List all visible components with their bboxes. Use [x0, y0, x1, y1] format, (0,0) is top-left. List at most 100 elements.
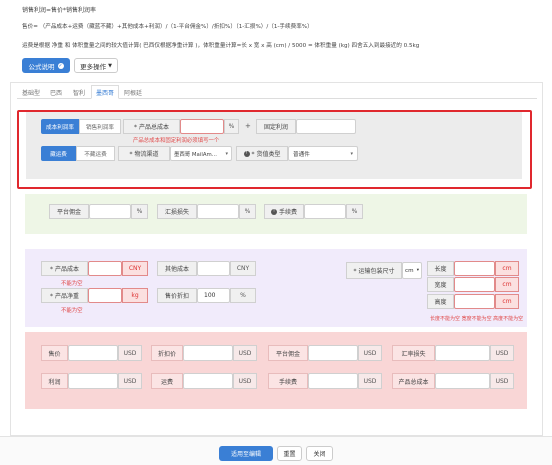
profit-unit: USD: [118, 373, 142, 389]
tab-basic[interactable]: 基础型: [17, 85, 45, 99]
dim-unit-value: cm: [405, 267, 414, 274]
channel-select[interactable]: 墨西哥 MailAm... ▾: [170, 146, 232, 161]
mode-cost-profit-rate[interactable]: 成本利润率: [41, 119, 79, 134]
width-label: 宽度: [427, 277, 454, 292]
total-cost-unit: %: [224, 119, 239, 134]
results-section: [25, 332, 527, 409]
width-input[interactable]: [454, 277, 495, 292]
goods-type-text: * 货值类型: [251, 151, 281, 158]
fx-loss-unit: %: [239, 204, 256, 219]
height-label: 高度: [427, 294, 454, 309]
formula-line: 售价= （产品成本+运费（藏蓝不藏）+其他成本+利润）/（1-平台佣金%）/折扣…: [22, 24, 313, 30]
tab-chile[interactable]: 智利: [67, 85, 91, 99]
other-cost-input[interactable]: [197, 261, 230, 276]
formula-button[interactable]: 公式说明 ✓: [22, 58, 70, 73]
fixed-profit-input[interactable]: [296, 119, 356, 134]
tab-argentina[interactable]: 阿根廷: [119, 85, 147, 99]
sale-price-label: 售价: [41, 345, 68, 361]
product-cost-unit: CNY: [122, 261, 148, 276]
discount-price-unit: USD: [233, 345, 257, 361]
height-unit: cm: [495, 294, 519, 309]
more-actions-button[interactable]: 更多操作 ▼: [74, 58, 118, 73]
chevron-down-icon: ▾: [225, 150, 228, 157]
discount-price-label: 折扣价: [151, 345, 183, 361]
chevron-down-icon: ▾: [416, 268, 419, 273]
result-total-cost-unit: USD: [490, 373, 514, 389]
length-input[interactable]: [454, 261, 495, 276]
note-line: 运费是根据 净重 和 体积重量之间的较大值计算( 巴西仅根据净重计算 )，体积重…: [22, 43, 420, 49]
handling-fee-label: ! 手续费: [264, 204, 304, 219]
package-dim-label: * 运输包装尺寸: [346, 262, 402, 279]
reset-button[interactable]: 重置: [277, 446, 302, 461]
result-fx-loss-output: [435, 345, 490, 361]
result-fx-loss-label: 汇率损失: [392, 345, 435, 361]
discount-price-output: [183, 345, 233, 361]
result-fx-loss-unit: USD: [490, 345, 514, 361]
tab-brazil[interactable]: 巴西: [45, 85, 67, 99]
channel-label: * 物流渠道: [118, 146, 170, 161]
result-platform-fee-label: 平台佣金: [268, 345, 308, 361]
plus-sign: +: [245, 122, 251, 130]
fixed-profit-label: 固定利润: [256, 119, 296, 134]
info-icon: !: [243, 150, 250, 157]
tab-bar: 基础型 巴西 智利 墨西哥 阿根廷: [17, 85, 537, 99]
result-platform-fee-unit: USD: [358, 345, 382, 361]
product-cost-input[interactable]: [88, 261, 122, 276]
platform-fee-label: 平台佣金: [49, 204, 89, 219]
dim-unit-select[interactable]: cm ▾: [402, 262, 422, 279]
handling-fee-unit: %: [346, 204, 363, 219]
tab-mexico[interactable]: 墨西哥: [91, 85, 119, 99]
height-input[interactable]: [454, 294, 495, 309]
product-cost-label: * 产品成本: [41, 261, 88, 276]
platform-fee-input[interactable]: [89, 204, 131, 219]
chevron-down-icon: ▾: [350, 150, 353, 157]
footer-bar: [0, 436, 552, 465]
result-handling-fee-label: 手续费: [268, 373, 308, 389]
dimension-error: 长度不能为空 宽度不能为空 高度不能为空: [430, 316, 524, 322]
formula-title: 销售利润=售价*销售利润率: [22, 7, 97, 14]
total-cost-label: * 产品总成本: [123, 119, 180, 134]
freight-unit: USD: [233, 373, 257, 389]
net-weight-label: * 产品净重: [41, 288, 88, 303]
pricing-mode-toggle: 成本利润率 销售利润率: [41, 119, 121, 134]
goods-type-select[interactable]: 普通件 ▾: [288, 146, 358, 161]
ship-include[interactable]: 藏运费: [41, 146, 76, 161]
discount-label: 售价折扣: [157, 288, 197, 303]
discount-unit: %: [230, 288, 256, 303]
net-weight-error: 不能为空: [61, 308, 83, 314]
discount-input[interactable]: 100: [197, 288, 230, 303]
goods-type-value: 普通件: [293, 151, 310, 158]
handling-fee-input[interactable]: [304, 204, 346, 219]
channel-value: 墨西哥 MailAm...: [174, 151, 217, 158]
other-cost-unit: CNY: [230, 261, 256, 276]
sale-price-output: [68, 345, 118, 361]
goods-type-label: ! * 货值类型: [236, 146, 288, 161]
mode-sales-profit-rate[interactable]: 销售利润率: [79, 119, 121, 134]
width-unit: cm: [495, 277, 519, 292]
total-cost-error: 产品总成本和固定利润必须填写一个: [133, 138, 220, 144]
discount-value: 100: [204, 292, 216, 299]
profit-label: 利润: [41, 373, 68, 389]
fx-loss-label: 汇损损失: [157, 204, 197, 219]
result-total-cost-output: [435, 373, 490, 389]
other-cost-label: 其他成本: [157, 261, 197, 276]
profit-output: [68, 373, 118, 389]
result-handling-fee-output: [308, 373, 358, 389]
close-button[interactable]: 关闭: [306, 446, 333, 461]
ship-exclude[interactable]: 不藏运费: [76, 146, 115, 161]
sale-price-unit: USD: [118, 345, 142, 361]
length-unit: cm: [495, 261, 519, 276]
freight-output: [183, 373, 233, 389]
handling-fee-text: 手续费: [278, 209, 297, 216]
fx-loss-input[interactable]: [197, 204, 239, 219]
net-weight-input[interactable]: [88, 288, 122, 303]
more-actions-label: 更多操作: [80, 62, 107, 71]
total-cost-input[interactable]: [180, 119, 224, 134]
product-cost-error: 不能为空: [61, 281, 83, 287]
length-label: 长度: [427, 261, 454, 276]
info-icon: !: [270, 208, 277, 215]
apply-to-edit-button[interactable]: 适用至编辑: [219, 446, 273, 461]
result-total-cost-label: 产品总成本: [392, 373, 435, 389]
formula-button-label: 公式说明: [28, 62, 55, 71]
shipping-toggle: 藏运费 不藏运费: [41, 146, 115, 161]
